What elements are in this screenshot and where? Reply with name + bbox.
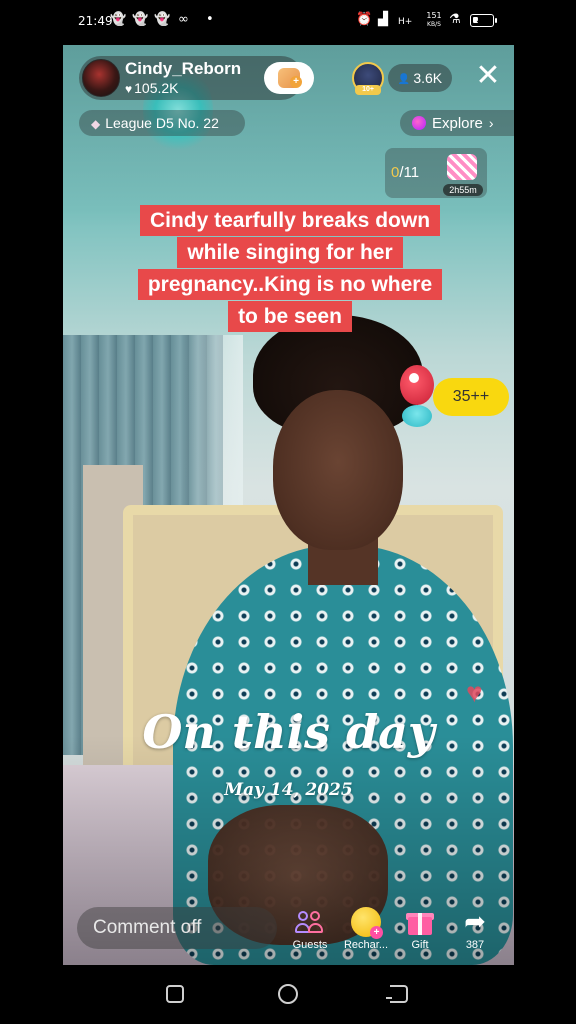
recharge-button[interactable]: + Rechar... [337,907,395,951]
signal-icon: ▟ [378,12,388,27]
share-count: 387 [465,939,485,951]
plus-icon: + [290,76,302,88]
snapchat-icon: 👻 [110,12,127,27]
follow-button[interactable]: + [264,62,314,94]
live-video[interactable]: Cindy_Reborn ♥ 105.2K + 10+ 👤 3.6K ✕ ◆ Leag… [63,45,514,965]
system-nav-bar [0,965,576,1024]
gift-goal[interactable]: 0/11 2h55m [385,148,487,198]
bird-sticker-eye [409,373,419,383]
gift-button[interactable]: Gift [391,907,449,951]
bird-sticker-icon[interactable] [396,365,436,427]
back-icon[interactable] [386,985,408,1003]
bird-sticker-body [400,365,434,405]
flask-icon: ⚗ [449,12,461,27]
chevron-right-icon: › [488,115,494,131]
explore-button[interactable]: Explore › [400,110,514,136]
caption-line: while singing for her [177,237,403,268]
guests-label: Guests [292,939,328,951]
memory-date: May 14, 2025 [224,780,353,800]
battery-icon: 31 [470,14,497,27]
memory-title: On this day [142,705,435,759]
bird-sticker-stand [402,405,432,427]
comment-input[interactable]: Comment off [77,907,277,949]
share-button[interactable]: ➦ 387 [446,907,504,951]
goal-progress: 0/11 [391,164,419,181]
close-button[interactable]: ✕ [471,59,505,93]
network-speed: 151 KB/S [426,11,442,29]
goal-timer: 2h55m [443,184,483,196]
status-time: 21:49 [78,14,113,28]
viewer-count-value: 3.6K [413,70,443,86]
home-icon[interactable] [278,984,298,1004]
coin-icon: + [351,907,383,939]
host-likes-count: 105.2K [134,80,179,96]
diamond-icon: ◆ [91,117,101,131]
host-name: Cindy_Reborn [125,59,242,78]
league-badge[interactable]: ◆ League D5 No. 22 [79,110,245,136]
person-icon: 👤 [397,74,411,85]
dot-icon: • [206,12,214,27]
caption: Cindy tearfully breaks down while singin… [135,205,445,333]
host-likes: ♥ 105.2K [125,80,179,96]
alarm-icon: ⏰ [356,12,373,27]
caption-line: to be seen [228,301,352,332]
gift-label: Gift [411,939,429,951]
snapchat-icon: 👻 [132,12,149,27]
explore-label: Explore [432,115,483,132]
share-icon: ➦ [464,907,486,937]
caption-line: pregnancy..King is no where [137,269,443,300]
close-icon: ✕ [475,58,501,93]
recharge-label: Rechar... [343,939,389,951]
snapchat-icon: 👻 [154,12,171,27]
guests-button[interactable]: Guests [281,907,339,951]
host-chip[interactable]: Cindy_Reborn ♥ 105.2K + [79,56,314,100]
heart-icon: ♥ [125,82,133,96]
infinity-icon: ∞ [178,12,189,27]
status-bar: 21:49 👻 👻 👻 ∞ • ⏰ ▟ H+ 151 KB/S ⚗ 31 [0,0,576,44]
network-type: H+ [398,17,413,27]
explore-icon [412,116,426,130]
goal-total: /11 [399,164,420,181]
host-avatar[interactable] [82,59,120,97]
caption-line: Cindy tearfully breaks down [139,205,441,236]
sticker-count-badge[interactable]: 35++ [433,378,509,416]
gift-box-icon [447,154,477,180]
top-gifter-badge: 10+ [355,85,381,95]
gift-icon [405,907,435,937]
recent-apps-icon[interactable] [166,985,184,1003]
league-label: League D5 No. 22 [105,115,219,131]
guests-icon [295,907,325,937]
battery-level: 31 [476,15,488,24]
viewer-count[interactable]: 👤 3.6K [388,64,452,92]
